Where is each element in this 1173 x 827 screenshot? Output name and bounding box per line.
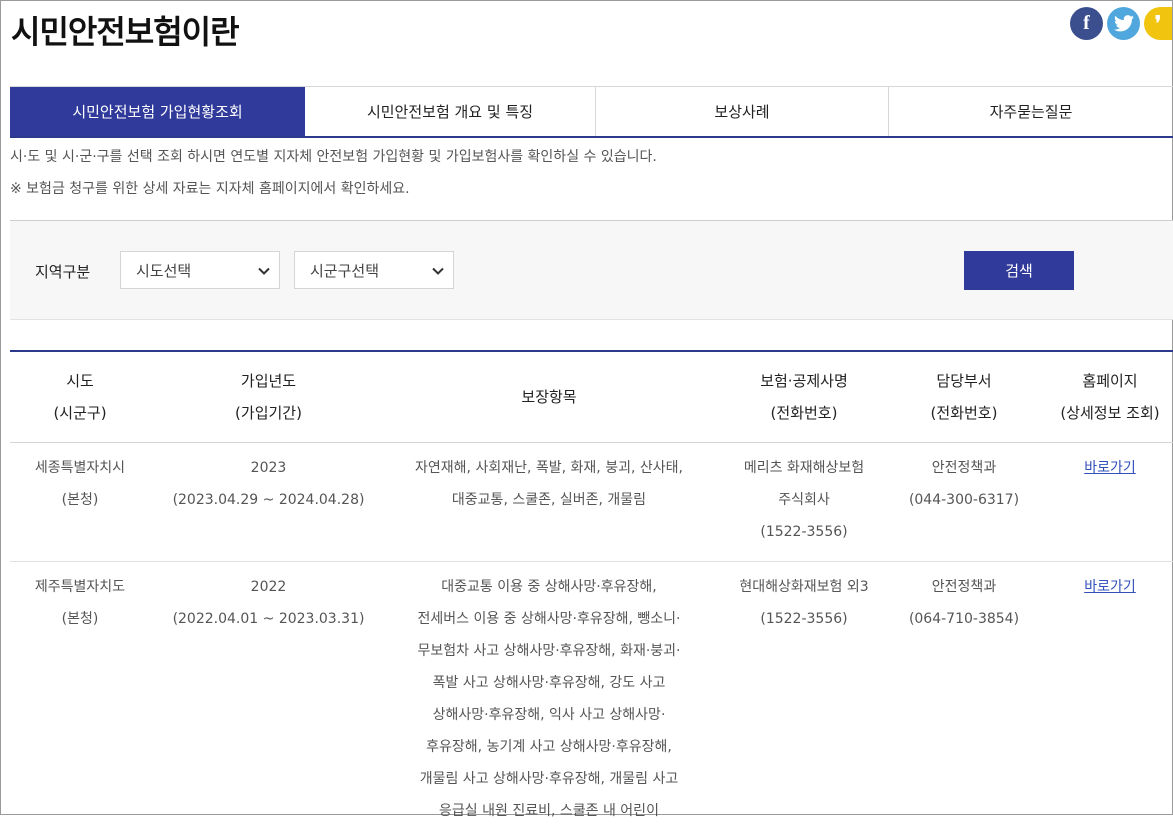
notice-text: ※ 보험금 청구를 위한 상세 자료는 지자체 홈페이지에서 확인하세요. bbox=[10, 181, 410, 197]
cell-homepage: 바로가기 bbox=[1031, 571, 1173, 603]
cell-dept: 안전정책과 (044-300-6317) bbox=[908, 460, 1020, 508]
header-sido: 시도 (시군구) bbox=[53, 372, 107, 422]
header-dept: 담당부서 (전화번호) bbox=[930, 372, 998, 422]
cell-sido: 제주특별자치도 (본청) bbox=[34, 579, 126, 627]
header-insurer: 보험·공제사명 (전화번호) bbox=[760, 372, 848, 422]
region-label: 지역구분 bbox=[35, 263, 91, 281]
tab-overview[interactable]: 시민안전보험 개요 및 특징 bbox=[305, 87, 596, 136]
header-homepage: 홈페이지 (상세정보 조회) bbox=[1060, 372, 1160, 422]
sido-select[interactable]: 시도선택 bbox=[120, 251, 280, 289]
cell-coverage: 대중교통 이용 중 상해사망·후유장해, 전세버스 이용 중 상해사망·후유장해… bbox=[417, 579, 681, 819]
cell-year: 2023 (2023.04.29 ~ 2024.04.28) bbox=[172, 460, 365, 508]
enrollment-table: 시도 (시군구) 가입년도 (가입기간) 보장항목 보험·공제사명 (전화번호)… bbox=[10, 350, 1173, 822]
cell-year: 2022 (2022.04.01 ~ 2023.03.31) bbox=[172, 579, 365, 627]
tab-enrollment-status[interactable]: 시민안전보험 가입현황조회 bbox=[10, 87, 305, 136]
twitter-bird-icon bbox=[1113, 15, 1134, 32]
table-row: 제주특별자치도 (본청) 2022 (2022.04.01 ~ 2023.03.… bbox=[10, 562, 1173, 822]
cell-homepage: 바로가기 bbox=[1031, 452, 1173, 484]
homepage-link[interactable]: 바로가기 bbox=[1084, 460, 1136, 476]
sido-select-value: 시도선택 bbox=[136, 261, 192, 280]
table-header: 시도 (시군구) 가입년도 (가입기간) 보장항목 보험·공제사명 (전화번호)… bbox=[10, 352, 1173, 443]
homepage-link[interactable]: 바로가기 bbox=[1084, 579, 1136, 595]
header-year: 가입년도 (가입기간) bbox=[235, 372, 302, 422]
cell-insurer: 메리츠 화재해상보험 주식회사 (1522-3556) bbox=[743, 460, 865, 540]
share-buttons: f ❜ bbox=[1070, 7, 1172, 40]
chevron-down-icon bbox=[432, 267, 444, 275]
sigungu-select[interactable]: 시군구선택 bbox=[294, 251, 454, 289]
page-title: 시민안전보험이란 bbox=[11, 13, 240, 51]
tab-compensation-cases[interactable]: 보상사례 bbox=[596, 87, 889, 136]
search-panel: 지역구분 시도선택 시군구선택 검색 bbox=[10, 220, 1173, 320]
notice-text: 시·도 및 시·군·구를 선택 조회 하시면 연도별 지자체 안전보험 가입현황… bbox=[10, 149, 657, 165]
cell-dept: 안전정책과 (064-710-3854) bbox=[908, 579, 1020, 627]
twitter-share-icon[interactable] bbox=[1107, 7, 1140, 40]
facebook-share-icon[interactable]: f bbox=[1070, 7, 1103, 40]
search-button[interactable]: 검색 bbox=[964, 251, 1074, 290]
table-row: 세종특별자치시 (본청) 2023 (2023.04.29 ~ 2024.04.… bbox=[10, 443, 1173, 562]
cell-sido: 세종특별자치시 (본청) bbox=[34, 460, 126, 508]
sigungu-select-value: 시군구선택 bbox=[310, 261, 380, 280]
chevron-down-icon bbox=[258, 267, 270, 275]
cell-insurer: 현대해상화재보험 외3 (1522-3556) bbox=[739, 579, 869, 627]
kakaostory-share-icon[interactable]: ❜ bbox=[1144, 7, 1172, 40]
tab-faq[interactable]: 자주묻는질문 bbox=[889, 87, 1173, 136]
tab-bar: 시민안전보험 가입현황조회 시민안전보험 개요 및 특징 보상사례 자주묻는질문 bbox=[10, 86, 1173, 138]
cell-coverage: 자연재해, 사회재난, 폭발, 화재, 붕괴, 산사태, 대중교통, 스쿨존, … bbox=[415, 460, 683, 508]
header-coverage: 보장항목 bbox=[521, 388, 577, 406]
